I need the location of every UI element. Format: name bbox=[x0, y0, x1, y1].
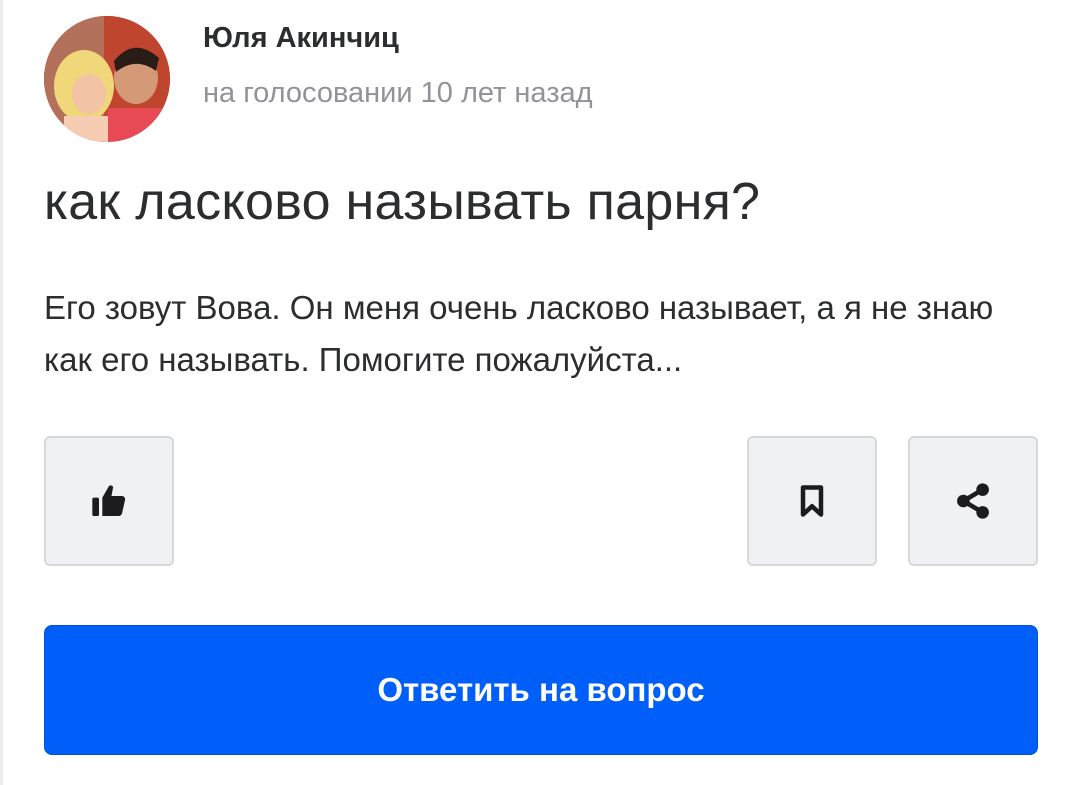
bookmark-button[interactable] bbox=[747, 436, 877, 566]
thumbs-up-icon bbox=[92, 485, 126, 516]
avatar-image bbox=[44, 16, 170, 142]
question-meta: на голосовании 10 лет назад bbox=[203, 77, 593, 109]
share-icon bbox=[957, 483, 989, 519]
author-name[interactable]: Юля Акинчиц bbox=[203, 22, 399, 55]
bookmark-icon bbox=[800, 485, 824, 517]
left-divider bbox=[0, 0, 3, 785]
question-body: Его зовут Вова. Он меня очень ласково на… bbox=[44, 289, 994, 378]
avatar[interactable] bbox=[44, 16, 170, 142]
question-title: как ласково называть парня? bbox=[44, 173, 761, 231]
share-button[interactable] bbox=[908, 436, 1038, 566]
like-button[interactable] bbox=[44, 436, 174, 566]
answer-button[interactable]: Ответить на вопрос bbox=[44, 625, 1038, 755]
